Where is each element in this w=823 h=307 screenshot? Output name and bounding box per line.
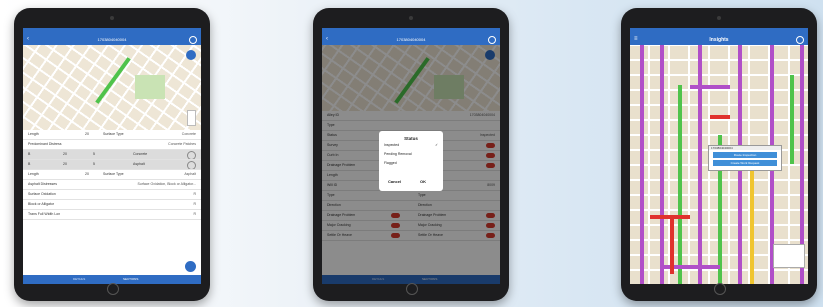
alley-segment[interactable] [670, 215, 674, 274]
home-button [107, 283, 119, 295]
panel-row[interactable]: Trans Full Width Lon R [23, 210, 201, 220]
row-label: Block or Alligator [28, 202, 55, 206]
panel-row[interactable]: Predominant Distress Concrete Patches [23, 140, 201, 150]
row-field-value[interactable]: Surface Oxidation, Block or Alligator... [137, 180, 196, 189]
row-field: 5 [93, 162, 95, 166]
tab-sections[interactable]: SECTIONS [123, 275, 138, 284]
add-button[interactable] [185, 261, 196, 272]
back-arrow-icon[interactable]: ‹ [326, 34, 328, 45]
row-label: B [28, 162, 31, 166]
alley-segment[interactable] [678, 85, 682, 284]
sync-icon[interactable] [488, 36, 496, 44]
app-bar: ≡ Insights [630, 34, 808, 45]
row-field: Surface Type [103, 172, 124, 176]
alley-segment[interactable] [710, 115, 730, 119]
zoom-control[interactable] [187, 110, 196, 126]
panel-row[interactable]: Surface Oxidation R [23, 190, 201, 200]
camera-dot [110, 16, 114, 20]
row-value: 20 [63, 152, 67, 156]
home-button [406, 283, 418, 295]
app-bar: ‹ 1703804040004 [23, 34, 201, 45]
dialog-actions: Cancel OK [379, 179, 443, 188]
app-bar: ‹ 1703804040004 [322, 34, 500, 45]
cancel-button[interactable]: Cancel [388, 179, 401, 184]
row-value: 20 [85, 172, 89, 176]
row-label: Length [28, 132, 39, 136]
row-field-value: Asphalt [133, 162, 145, 166]
remove-icon[interactable] [187, 151, 196, 159]
panel-row[interactable]: Block or Alligator R [23, 200, 201, 210]
row-field-value: Concrete [133, 152, 148, 156]
panel-row[interactable]: B 20 5 Concrete [23, 150, 201, 160]
status-option[interactable]: Flagged [379, 159, 443, 168]
map-controls[interactable] [773, 244, 805, 268]
row-field-value[interactable]: Concrete Patches [168, 140, 196, 149]
row-field: Surface Type [103, 132, 124, 136]
row-label: Length [28, 172, 39, 176]
row-label: Asphalt Distresses [28, 182, 57, 186]
map-park [135, 75, 165, 99]
tab-details[interactable]: DETAILS [73, 275, 85, 284]
row-field-value[interactable]: R [193, 200, 196, 209]
alley-segment[interactable] [790, 75, 794, 164]
screen: ‹ 1703804040004 Length 20 Surface Type C… [23, 28, 201, 284]
menu-icon[interactable]: ≡ [634, 34, 638, 45]
tablet-map: ≡ Insights 1703804040004 Route Inspectio… [621, 8, 817, 301]
row-label: Predominant Distress [28, 142, 62, 146]
popup-header: 1703804040004 [709, 146, 781, 150]
app-bar-title: Insights [709, 37, 729, 43]
map-view[interactable] [23, 45, 201, 130]
panel-row[interactable]: Length 20 Surface Type Concrete [23, 130, 201, 140]
row-label: B [28, 152, 31, 156]
option-label: Pending Removal [384, 152, 412, 156]
screen: ‹ 1703804040004 Alley ID 1703804040004 T… [322, 28, 500, 284]
ok-button[interactable]: OK [420, 179, 426, 184]
status-option[interactable]: Inspected ✓ [379, 141, 443, 150]
status-dialog: Status Inspected ✓ Pending Removal Flagg… [379, 131, 443, 191]
row-field: 5 [93, 152, 95, 156]
sync-icon[interactable] [796, 36, 804, 44]
row-field-value[interactable]: Asphalt [184, 170, 196, 179]
row-value: 20 [63, 162, 67, 166]
row-field-value[interactable]: Concrete [182, 130, 196, 139]
status-option[interactable]: Pending Removal [379, 150, 443, 159]
row-value: 20 [85, 132, 89, 136]
alley-segment[interactable] [690, 85, 730, 89]
panel-row[interactable]: B 20 5 Asphalt [23, 160, 201, 170]
camera-dot [409, 16, 413, 20]
back-arrow-icon[interactable]: ‹ [27, 34, 29, 45]
screen: ≡ Insights 1703804040004 Route Inspectio… [630, 28, 808, 284]
row-label: Trans Full Width Lon [28, 212, 61, 216]
tablet-status: ‹ 1703804040004 Alley ID 1703804040004 T… [313, 8, 509, 301]
panel-row[interactable]: Length 20 Surface Type Asphalt [23, 170, 201, 180]
create-work-request-button[interactable]: Create Work Request [713, 160, 777, 166]
app-bar-title: 1703804040004 [396, 37, 426, 42]
option-label: Flagged [384, 161, 397, 165]
app-bar-title: 1703804040004 [97, 37, 127, 42]
sync-icon[interactable] [189, 36, 197, 44]
alley-segment[interactable] [750, 165, 754, 284]
map-view[interactable]: 1703804040004 Route Inspection Create Wo… [630, 45, 808, 284]
route-inspection-button[interactable]: Route Inspection [713, 152, 777, 158]
segment-popup: 1703804040004 Route Inspection Create Wo… [708, 145, 782, 171]
check-icon: ✓ [435, 143, 438, 147]
alley-segment[interactable] [660, 265, 720, 269]
row-field-value[interactable]: R [193, 210, 196, 219]
selected-segment[interactable] [95, 57, 131, 104]
panel-row[interactable]: Asphalt Distresses Surface Oxidation, Bl… [23, 180, 201, 190]
home-button [714, 283, 726, 295]
remove-icon[interactable] [187, 161, 196, 169]
alley-segment[interactable] [660, 45, 664, 284]
row-field-value[interactable]: R [193, 190, 196, 199]
camera-dot [717, 16, 721, 20]
row-label: Surface Oxidation [28, 192, 56, 196]
location-button[interactable] [186, 50, 196, 60]
tablet-details: ‹ 1703804040004 Length 20 Surface Type C… [14, 8, 210, 301]
alley-segment[interactable] [640, 45, 644, 284]
alley-segment[interactable] [698, 45, 702, 284]
option-label: Inspected [384, 143, 400, 147]
